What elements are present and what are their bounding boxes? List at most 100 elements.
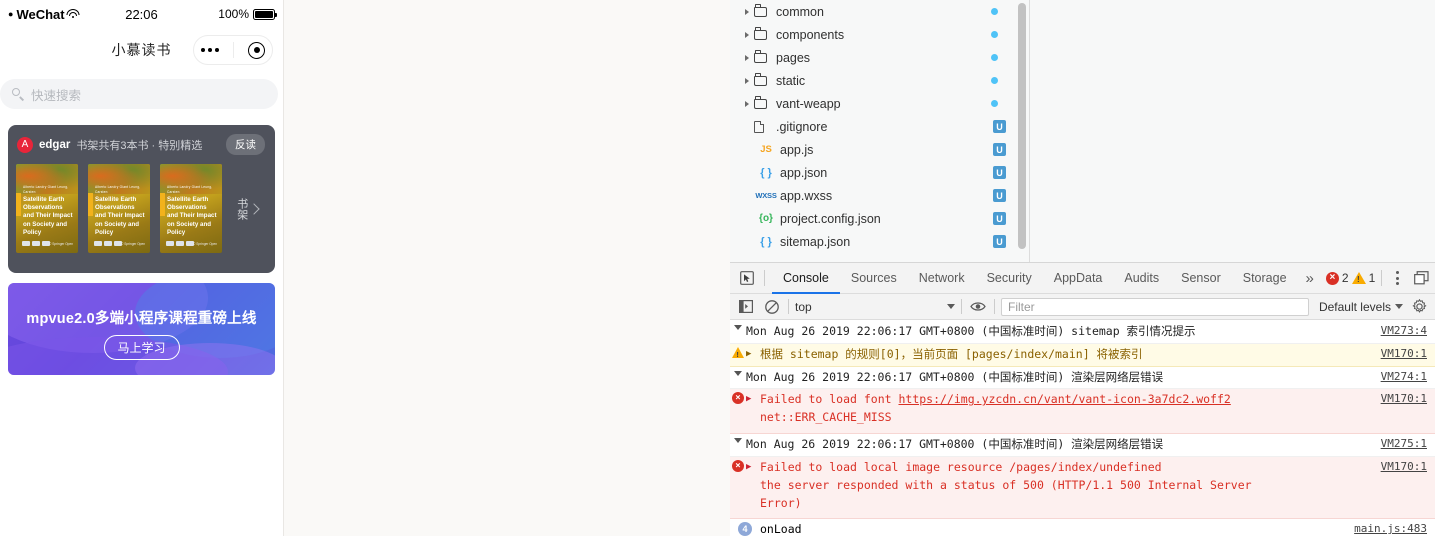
more-dots-icon[interactable]	[201, 48, 219, 52]
console-source-link[interactable]: VM170:1	[1381, 460, 1427, 473]
wxss-icon: WXSS	[755, 191, 777, 200]
book-cover[interactable]: Alberto Landry Giant Leung, Carsten Sate…	[160, 164, 222, 253]
tab-sensor[interactable]: Sensor	[1170, 263, 1232, 294]
more-vertical-icon[interactable]	[1388, 271, 1406, 285]
console-source-link[interactable]: VM275:1	[1381, 437, 1427, 450]
status-carrier: ● WeChat	[8, 7, 80, 22]
tree-item-app-wxss[interactable]: WXSS app.wxss U	[730, 184, 1020, 207]
console-log-row[interactable]: 4 onLoad main.js:483	[730, 519, 1435, 537]
inspect-element-icon[interactable]	[736, 267, 758, 289]
issue-counters[interactable]: × 2 1	[1325, 271, 1375, 285]
triangle-down-icon[interactable]	[730, 323, 746, 330]
tab-sources[interactable]: Sources	[840, 263, 908, 294]
tab-storage[interactable]: Storage	[1232, 263, 1298, 294]
warning-triangle-icon	[1351, 272, 1366, 284]
twisty-icon[interactable]	[740, 8, 754, 15]
capsule-button-group[interactable]	[193, 35, 273, 65]
console-source-link[interactable]: main.js:483	[1354, 522, 1427, 535]
search-input[interactable]: 快速搜索	[0, 79, 278, 109]
console-error-row[interactable]: × ▶ Failed to load font https://img.yzcd…	[730, 389, 1435, 435]
tree-item-static[interactable]: static	[730, 69, 1020, 92]
console-group-row[interactable]: Mon Aug 26 2019 22:06:17 GMT+0800 (中国标准时…	[730, 434, 1435, 457]
wifi-icon	[66, 8, 80, 20]
tab-console[interactable]: Console	[772, 263, 840, 294]
tree-item-label: static	[776, 73, 806, 88]
console-error-text: Failed to load font https://img.yzcdn.cn…	[760, 391, 1435, 427]
log-levels-select[interactable]: Default levels	[1319, 300, 1403, 314]
search-icon	[12, 88, 24, 100]
file-tree: common components pages static vant-weap…	[730, 0, 1435, 262]
clear-console-icon[interactable]	[762, 297, 782, 317]
json-icon: { }	[760, 235, 772, 248]
console-message-detail: net::ERR_CACHE_MISS	[760, 410, 892, 425]
console-error-text: Failed to load local image resource /pag…	[760, 459, 1435, 512]
dock-panel-icon[interactable]	[1410, 267, 1432, 289]
bookshelf-more-label: 书架	[235, 197, 248, 220]
phone-status-bar: ● WeChat 22:06 100%	[0, 0, 283, 28]
triangle-down-icon[interactable]	[730, 436, 746, 444]
search-placeholder: 快速搜索	[31, 88, 82, 103]
folder-icon	[754, 4, 774, 17]
bookshelf-more-link[interactable]: 书架	[234, 198, 272, 220]
tab-appdata[interactable]: AppData	[1043, 263, 1114, 294]
target-circle-icon[interactable]	[248, 41, 265, 59]
js-icon: JS	[760, 144, 772, 155]
console-group-row[interactable]: Mon Aug 26 2019 22:06:17 GMT+0800 (中国标准时…	[730, 366, 1435, 390]
console-source-link[interactable]: VM170:1	[1381, 347, 1427, 360]
twisty-icon[interactable]	[740, 31, 754, 38]
gear-icon[interactable]	[1409, 297, 1429, 317]
live-expression-eye-icon[interactable]	[968, 297, 988, 317]
console-source-link[interactable]: VM274:1	[1381, 370, 1427, 383]
console-output[interactable]: Mon Aug 26 2019 22:06:17 GMT+0800 (中国标准时…	[730, 321, 1435, 537]
tree-item-sitemap-json[interactable]: { } sitemap.json U	[730, 230, 1020, 253]
execution-context-select[interactable]: top	[795, 300, 955, 314]
search-section: 快速搜索	[0, 72, 283, 118]
tree-item-gitignore[interactable]: .gitignore U	[730, 115, 1020, 138]
book-title: Satellite Earth Observations and Their I…	[95, 196, 145, 236]
tree-item-components[interactable]: components	[730, 23, 1020, 46]
tree-item-pages[interactable]: pages	[730, 46, 1020, 69]
tree-item-label: .gitignore	[776, 119, 828, 134]
chevron-down-icon	[947, 304, 955, 309]
twisty-icon[interactable]	[740, 54, 754, 61]
console-error-row[interactable]: × ▶ Failed to load local image resource …	[730, 456, 1435, 520]
twisty-icon[interactable]	[740, 77, 754, 84]
promo-cta-button[interactable]: 马上学习	[103, 335, 180, 360]
file-tree-scrollbar[interactable]	[1018, 3, 1026, 249]
triangle-right-icon[interactable]: ▶	[746, 460, 758, 472]
battery-icon	[253, 8, 277, 20]
tree-item-common[interactable]: common	[730, 0, 1020, 23]
tree-item-label: app.js	[780, 142, 814, 157]
twisty-icon[interactable]	[740, 100, 754, 107]
tree-item-vant-weapp[interactable]: vant-weapp	[730, 92, 1020, 115]
console-font-url-link[interactable]: https://img.yzcdn.cn/vant/vant-icon-3a7d…	[898, 392, 1230, 406]
tab-network[interactable]: Network	[908, 263, 976, 294]
filter-input[interactable]: Filter	[1001, 297, 1309, 316]
book-cover[interactable]: Alberto Landry Giant Leung, Carsten Sate…	[16, 164, 78, 253]
tree-item-project-config-json[interactable]: {o} project.config.json U	[730, 207, 1020, 230]
triangle-right-icon[interactable]: ▶	[746, 347, 758, 359]
git-status-badge: U	[993, 143, 1006, 156]
config-icon: {o}	[759, 213, 773, 224]
book-cover[interactable]: Alberto Landry Giant Leung, Carsten Sate…	[88, 164, 150, 253]
triangle-down-icon[interactable]	[730, 369, 746, 376]
console-warning-row[interactable]: ▶ 根据 sitemap 的规则[0]，当前页面 [pages/index/ma…	[730, 343, 1435, 367]
tree-item-label: components	[776, 27, 845, 42]
bookshelf-card[interactable]: A edgar 书架共有3本书 · 特别精选 反读 Alberto Landry…	[8, 125, 275, 273]
tree-item-app-json[interactable]: { } app.json U	[730, 161, 1020, 184]
tree-item-app-js[interactable]: JS app.js U	[730, 138, 1020, 161]
book-authors: Alberto Landry Giant Leung, Carsten	[95, 185, 141, 195]
console-source-link[interactable]: VM170:1	[1381, 392, 1427, 405]
promo-title: mpvue2.0多端小程序课程重磅上线	[26, 311, 257, 327]
tab-security[interactable]: Security	[976, 263, 1043, 294]
console-message-text: onLoad	[760, 522, 802, 537]
status-badge[interactable]: 反读	[226, 134, 265, 155]
console-group-row[interactable]: Mon Aug 26 2019 22:06:17 GMT+0800 (中国标准时…	[730, 321, 1435, 344]
promo-banner[interactable]: mpvue2.0多端小程序课程重磅上线 马上学习	[8, 283, 275, 375]
console-source-link[interactable]: VM273:4	[1381, 324, 1427, 337]
console-sidebar-icon[interactable]	[736, 297, 756, 317]
chevron-double-right-icon[interactable]: »	[1298, 270, 1322, 287]
wechat-simulator: ● WeChat 22:06 100% 小慕读书 快速搜索 A edgar 书架…	[0, 0, 283, 536]
tab-audits[interactable]: Audits	[1113, 263, 1170, 294]
triangle-right-icon[interactable]: ▶	[746, 392, 758, 404]
